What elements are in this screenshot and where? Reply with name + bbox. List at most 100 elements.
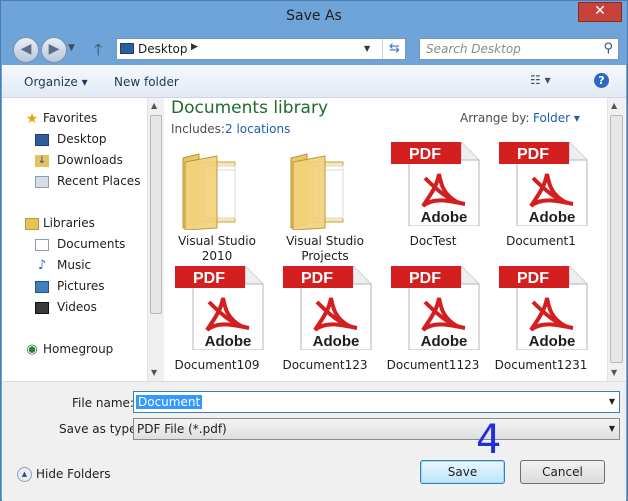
nav-item-label: Videos [57,300,97,314]
nav-item-label: Desktop [57,132,107,146]
address-bar-area: ◀ ▶ ▼ 🡑 Desktop ▶ ▼ ⇆ Search Desktop ⚲ [1,32,627,65]
pictures-icon [35,281,49,293]
pdf-badge-text: PDF [517,270,549,287]
pdf-badge-text: PDF [301,270,333,287]
music-icon: ♪ [37,258,47,273]
pdf-badge-text: PDF [409,146,441,163]
refresh-button[interactable]: ⇆ [382,39,406,59]
file-name: Document123 [282,358,368,372]
arrange-by-label: Arrange by: [460,111,530,125]
forward-button[interactable]: ▶ [41,37,67,63]
file-name: Document1 [506,234,576,248]
save-form: File name: Document ▼ Save as type: PDF … [2,381,626,501]
nav-item-label: Recent Places [57,174,141,188]
organize-button[interactable]: Organize ▾ [24,75,88,89]
scroll-down-icon[interactable]: ▼ [151,368,157,377]
downloads-icon: ↓ [35,155,49,167]
file-name: Document109 [174,358,260,372]
star-icon: ★ [25,111,39,127]
pdf-badge-text: PDF [193,270,225,287]
pdf-file-icon: PDF Adobe [499,142,588,226]
desktop-icon [35,134,49,146]
adobe-brand-text: Adobe [529,333,576,350]
pdf-badge-text: PDF [409,270,441,287]
nav-item-label: Downloads [57,153,123,167]
adobe-brand-text: Adobe [205,333,252,350]
pdf-file-item[interactable]: PDF Adobe DocTest [383,142,483,252]
pdf-file-icon: PDF Adobe [391,266,480,350]
back-button[interactable]: ◀ [13,37,39,63]
file-name-dropdown-icon[interactable]: ▼ [609,397,615,406]
homegroup-icon: ◉ [26,342,38,357]
save-type-select[interactable]: PDF File (*.pdf) ▼ [133,418,620,440]
nav-item-label: Documents [57,237,126,251]
navigation-scrollbar[interactable]: ▲ ▼ [147,98,164,381]
locations-link[interactable]: 2 locations [225,122,290,136]
change-view-icon[interactable]: ☷ ▾ [530,73,551,87]
search-icon[interactable]: ⚲ [603,41,613,56]
adobe-brand-text: Adobe [313,333,360,350]
pdf-file-item[interactable]: PDF Adobe Document123 [275,266,375,376]
close-button[interactable]: ✕ [578,2,622,22]
pdf-badge-text: PDF [517,146,549,163]
up-button[interactable]: 🡑 [94,39,102,66]
desktop-icon [120,43,134,54]
address-box[interactable]: Desktop ▶ ▼ ⇆ [116,38,406,60]
breadcrumb-chevron-icon[interactable]: ▶ [191,42,198,52]
includes-label: Includes: [171,122,225,136]
pdf-file-item[interactable]: PDF Adobe Document1123 [383,266,483,376]
step-annotation: 4 [476,417,502,463]
help-icon[interactable]: ? [594,73,609,88]
folder-icon [290,153,344,230]
title-bar[interactable]: Save As ✕ [1,1,627,32]
hide-folders-button[interactable]: ▲ Hide Folders [17,467,111,482]
search-input[interactable]: Search Desktop ⚲ [419,38,619,60]
search-placeholder: Search Desktop [426,42,521,56]
scrollbar-thumb[interactable] [610,115,623,363]
cancel-button[interactable]: Cancel [520,460,605,484]
address-dropdown-icon[interactable]: ▼ [364,44,370,53]
file-name-value[interactable]: Document [136,395,203,409]
file-name-field[interactable]: Document ▼ [133,391,620,413]
command-bar: Organize ▾ New folder ☷ ▾ ? [2,65,626,98]
recent-places-icon [35,176,49,188]
adobe-brand-text: Adobe [421,333,468,350]
file-list-scrollbar[interactable]: ▲ ▼ [607,98,625,381]
file-name: Document1231 [494,358,588,372]
save-as-dialog: Save As ✕ ◀ ▶ ▼ 🡑 Desktop ▶ ▼ ⇆ Search D… [0,0,628,501]
refresh-icon: ⇆ [389,41,400,56]
pdf-file-item[interactable]: PDF Adobe Document1231 [491,266,591,376]
file-list-pane: Documents library Includes: 2 locations … [165,98,607,381]
library-title: Documents library [171,98,329,118]
pdf-file-item[interactable]: PDF Adobe Document109 [167,266,267,376]
videos-icon [35,302,49,314]
folder-item[interactable]: Visual Studio Projects [275,146,375,263]
save-type-dropdown-icon[interactable]: ▼ [609,424,615,433]
back-arrow-icon: ◀ [20,41,32,57]
dialog-title: Save As [286,8,342,24]
up-arrow-icon: 🡑 [94,40,103,59]
hide-folders-label: Hide Folders [36,467,111,481]
recent-locations-chevron-icon[interactable]: ▼ [68,43,75,53]
scrollbar-thumb[interactable] [150,115,162,314]
adobe-brand-text: Adobe [421,209,468,226]
nav-homegroup-label: Homegroup [43,342,114,356]
file-name: Document1123 [386,358,480,372]
arrange-by-dropdown[interactable]: Folder ▾ [533,111,580,125]
libraries-icon [25,218,39,230]
new-folder-button[interactable]: New folder [114,75,179,89]
scroll-up-icon[interactable]: ▲ [151,101,157,110]
folder-icon [182,153,236,230]
adobe-brand-text: Adobe [529,209,576,226]
save-type-label: Save as type: [59,422,141,436]
pdf-file-icon: PDF Adobe [499,266,588,350]
browser-area: ★ Favorites Desktop ↓ Downloads Recent P… [2,98,626,381]
folder-item[interactable]: Visual Studio 2010 [167,146,267,263]
save-button[interactable]: Save [420,460,505,484]
address-location[interactable]: Desktop [138,42,188,56]
scroll-down-icon[interactable]: ▼ [611,368,617,377]
scroll-up-icon[interactable]: ▲ [611,101,617,110]
file-name: Visual Studio 2010 [178,234,256,263]
pdf-file-item[interactable]: PDF Adobe Document1 [491,142,591,252]
nav-libraries-label: Libraries [43,216,95,230]
